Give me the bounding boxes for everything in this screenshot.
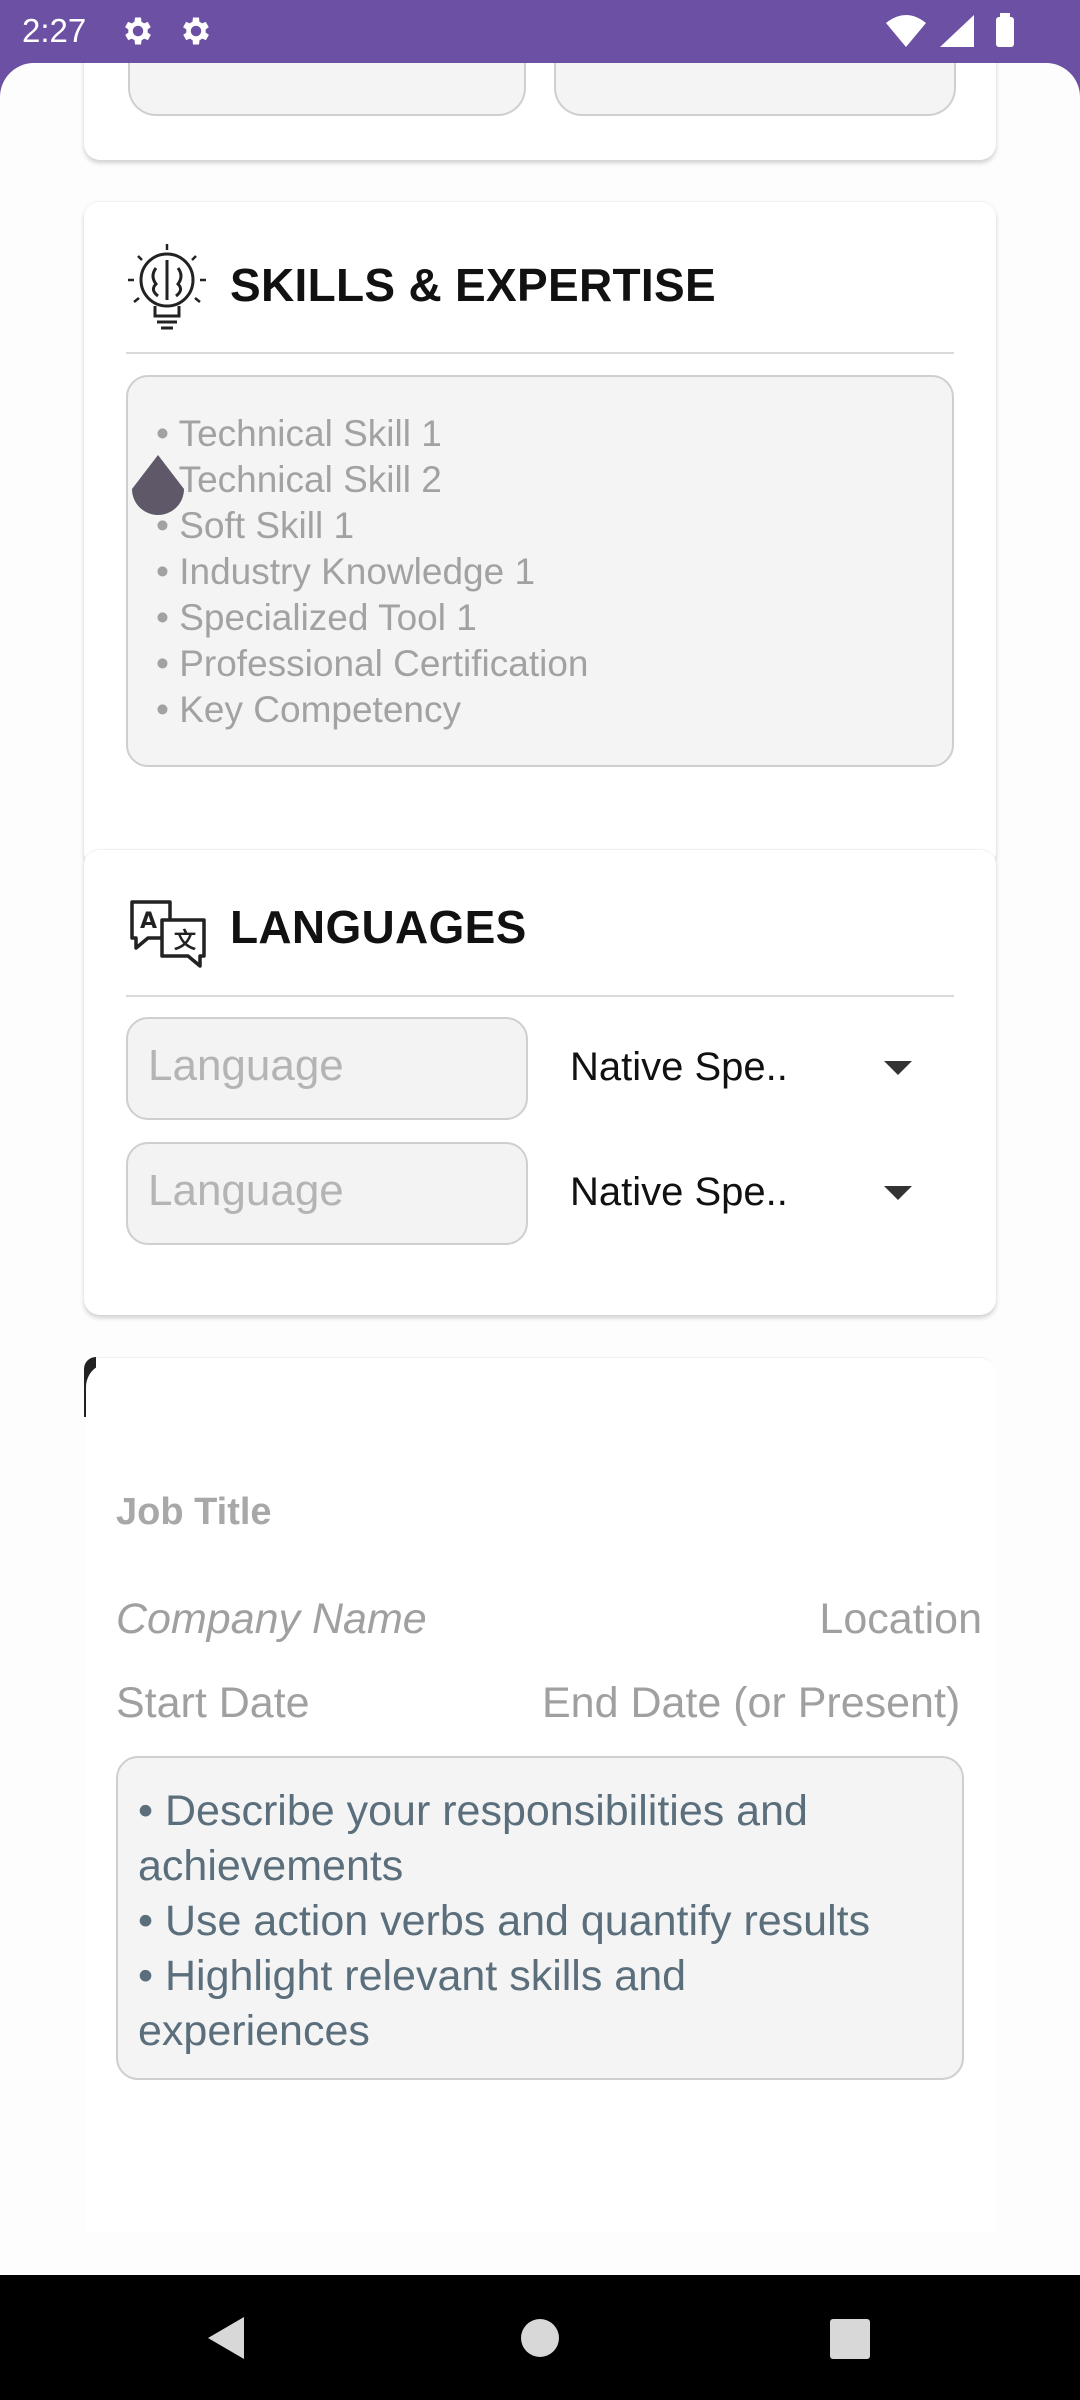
wifi-icon: [886, 15, 926, 47]
description-placeholder-line: • Describe your responsibilities and: [138, 1787, 808, 1835]
previous-field-left[interactable]: [128, 63, 526, 116]
skills-placeholder-line: • Industry Knowledge 1: [156, 551, 536, 592]
navigation-bar: [0, 2275, 1080, 2400]
languages-card: A 文 LANGUAGES Language Native Spe.. Lang…: [84, 849, 996, 1315]
cell-signal-icon: [940, 15, 974, 47]
skills-placeholder-line: • Key Competency: [156, 689, 461, 730]
svg-text:A: A: [140, 909, 157, 934]
skills-placeholder-line: • Technical Skill 1: [156, 413, 442, 454]
description-placeholder-line: • Highlight relevant skills and: [138, 1952, 687, 2000]
languages-title: LANGUAGES: [230, 901, 527, 953]
description-placeholder-line: experiences: [138, 2007, 370, 2055]
start-date-input[interactable]: Start Date: [116, 1679, 310, 1728]
description-placeholder-line: achievements: [138, 1842, 404, 1890]
brain-lightbulb-icon: [128, 244, 206, 330]
skills-placeholder-line: • Specialized Tool 1: [156, 597, 477, 638]
text-cursor-handle[interactable]: [130, 453, 186, 523]
end-date-placeholder: End Date (or Present): [542, 1679, 961, 1727]
languages-divider: [126, 995, 954, 997]
skills-textarea[interactable]: • Technical Skill 1 • Technical Skill 2 …: [126, 375, 954, 767]
language-input[interactable]: Language: [126, 1142, 528, 1245]
location-input[interactable]: Location: [819, 1595, 982, 1644]
proficiency-value: Native Spe..: [570, 1045, 788, 1089]
skills-title: SKILLS & EXPERTISE: [230, 259, 716, 311]
skills-card: SKILLS & EXPERTISE • Technical Skill 1 •…: [84, 201, 996, 868]
home-icon[interactable]: [520, 2318, 560, 2358]
dropdown-arrow-icon: [884, 1061, 912, 1075]
end-date-input[interactable]: End Date (or Present): [542, 1679, 974, 1735]
description-placeholder-line: • Use action verbs and quantify results: [138, 1897, 871, 1945]
previous-field-right[interactable]: [554, 63, 956, 116]
gear-icon: [183, 17, 209, 45]
battery-icon: [996, 17, 1014, 47]
proficiency-dropdown[interactable]: Native Spe..: [570, 1142, 950, 1245]
experience-entry: Job Title Company Name Location Start Da…: [86, 1363, 996, 2233]
status-bar: 2:27: [0, 0, 1080, 63]
job-title-input[interactable]: Job Title: [116, 1491, 272, 1534]
translate-icon: A 文: [130, 900, 206, 968]
skills-placeholder-line: • Technical Skill 2: [156, 459, 442, 500]
skills-placeholder-line: • Professional Certification: [156, 643, 589, 684]
dropdown-arrow-icon: [884, 1186, 912, 1200]
proficiency-dropdown[interactable]: Native Spe..: [570, 1017, 950, 1120]
svg-text:文: 文: [174, 928, 197, 954]
skills-divider: [126, 352, 954, 354]
back-icon[interactable]: [204, 2315, 248, 2361]
job-description-textarea[interactable]: • Describe your responsibilities and ach…: [116, 1756, 964, 2080]
skills-placeholder-line: • Soft Skill 1: [156, 505, 355, 546]
form-sheet[interactable]: SKILLS & EXPERTISE • Technical Skill 1 •…: [0, 63, 1080, 2275]
company-name-input[interactable]: Company Name: [116, 1595, 427, 1644]
status-time: 2:27: [22, 12, 87, 49]
previous-section-card: [84, 63, 996, 160]
gear-icon: [125, 17, 151, 45]
recents-icon[interactable]: [830, 2319, 870, 2359]
proficiency-value: Native Spe..: [570, 1170, 788, 1214]
system-tray: [886, 13, 1014, 47]
language-input[interactable]: Language: [126, 1017, 528, 1120]
